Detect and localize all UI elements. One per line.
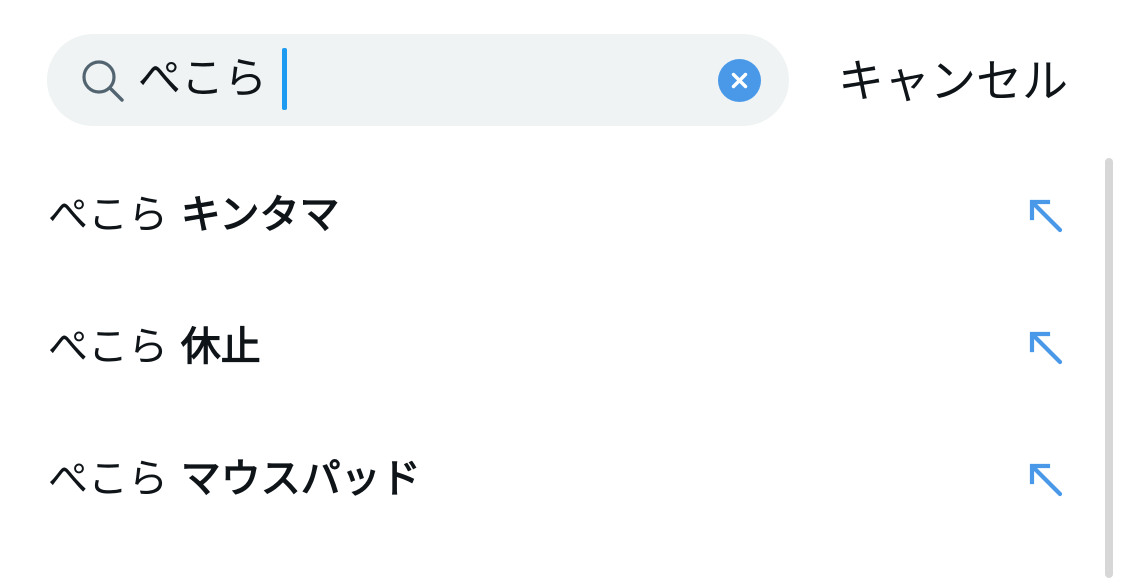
suggestion-prefix: ぺこら [48, 456, 168, 502]
clear-icon [731, 72, 748, 89]
suggestion-text: ぺこら キンタマ [48, 182, 340, 248]
arrow-up-left-icon[interactable] [1026, 460, 1066, 500]
suggestion-completion: キンタマ [180, 192, 340, 238]
suggestion-text: ぺこら マウスパッド [48, 446, 421, 512]
suggestion-completion: マウスパッド [180, 456, 421, 502]
scrollbar[interactable] [1105, 158, 1113, 578]
search-input[interactable]: ぺこら [138, 44, 267, 114]
text-caret [282, 48, 287, 110]
arrow-up-left-icon[interactable] [1026, 196, 1066, 236]
cancel-button[interactable]: キャンセル [838, 46, 1068, 116]
suggestion-prefix: ぺこら [48, 324, 168, 370]
suggestion-prefix: ぺこら [48, 192, 168, 238]
search-icon [80, 58, 126, 104]
arrow-up-left-icon[interactable] [1026, 328, 1066, 368]
suggestion-text: ぺこら 休止 [48, 314, 261, 380]
suggestion-item[interactable]: ぺこら マウスパッド [0, 414, 1100, 546]
search-header: ぺこら キャンセル [0, 0, 1124, 160]
suggestion-item[interactable]: ぺこら 休止 [0, 282, 1100, 414]
suggestion-item[interactable]: ぺこら キンタマ [0, 150, 1100, 282]
clear-search-button[interactable] [718, 59, 761, 102]
suggestion-completion: 休止 [180, 324, 261, 370]
